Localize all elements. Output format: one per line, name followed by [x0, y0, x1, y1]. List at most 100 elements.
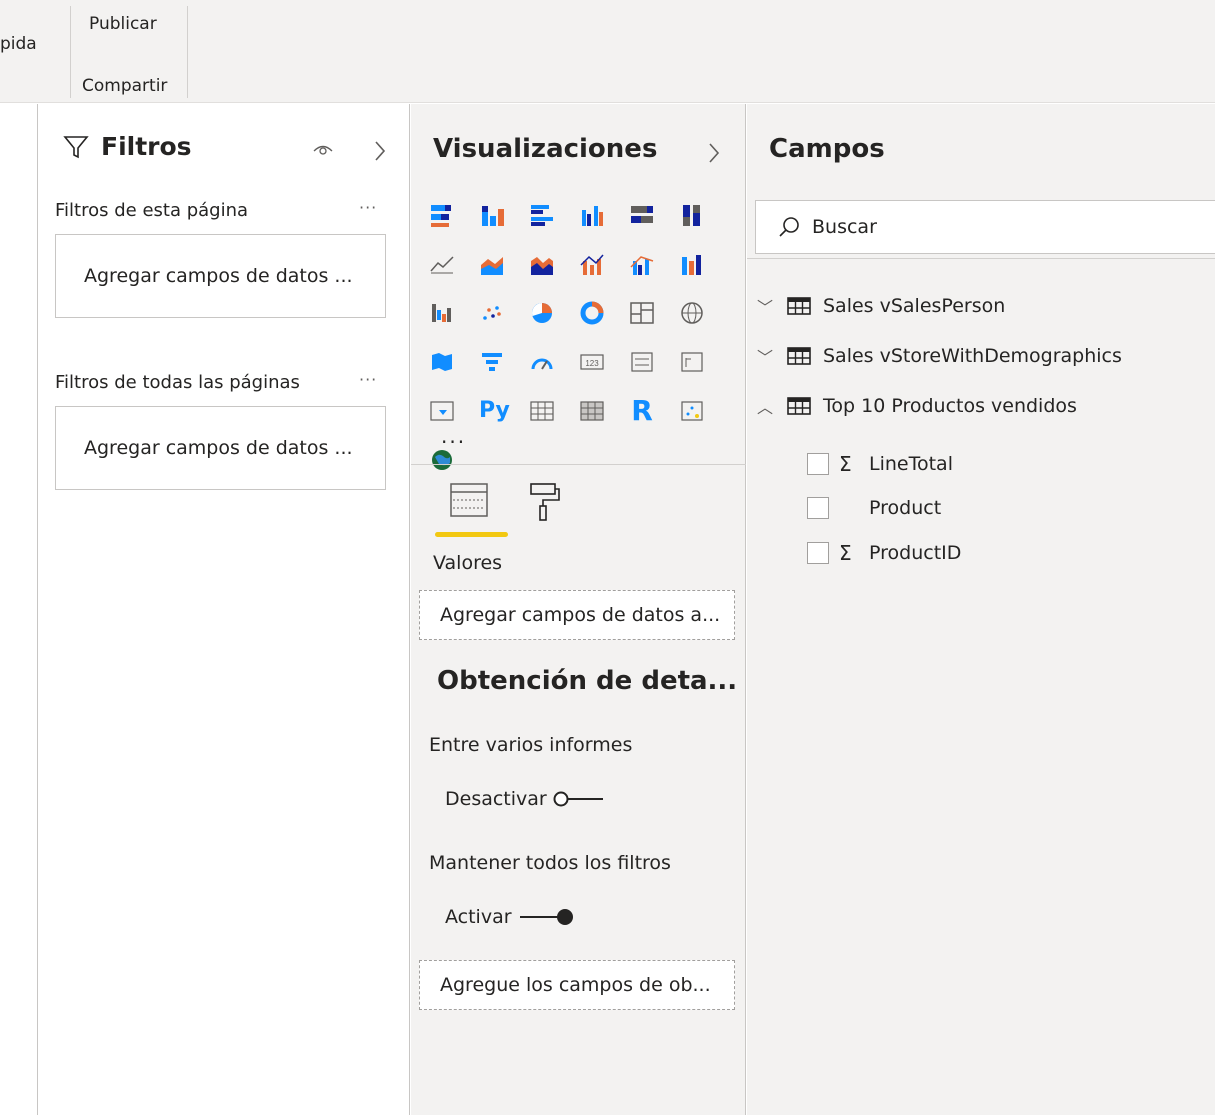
multi-row-card-icon[interactable] — [629, 349, 655, 375]
cross-report-toggle[interactable]: Desactivar — [445, 788, 605, 810]
collapse-filters-chevron-icon[interactable] — [373, 140, 387, 162]
drillthrough-heading: Obtención de deta... — [437, 666, 738, 696]
filters-pane: Filtros Filtros de esta página ··· Agreg… — [39, 104, 410, 1115]
stacked-bar-icon[interactable] — [429, 202, 455, 228]
card-icon[interactable]: 123 — [579, 349, 605, 375]
table-name: Sales vSalesPerson — [823, 295, 1006, 317]
stacked-area-icon[interactable] — [529, 251, 555, 277]
clustered-bar-icon[interactable] — [529, 202, 555, 228]
waterfall-icon[interactable] — [429, 300, 455, 326]
table-row[interactable]: ﹀ Sales vStoreWithDemographics — [757, 344, 1122, 368]
pane-divider — [747, 258, 1215, 259]
toggle-on-icon[interactable] — [518, 906, 576, 928]
table-icon — [787, 397, 811, 415]
drillthrough-dropzone[interactable]: Agregue los campos de ob... — [419, 960, 735, 1010]
all-pages-filters-label: Filtros de todas las páginas — [55, 372, 300, 393]
kpi-icon[interactable] — [679, 349, 705, 375]
area-chart-icon[interactable] — [479, 251, 505, 277]
drillthrough-placeholder: Agregue los campos de ob... — [440, 974, 711, 996]
chevron-down-icon[interactable]: ﹀ — [757, 294, 781, 318]
gauge-icon[interactable] — [529, 349, 555, 375]
card-icon-glyph: 123 — [585, 359, 599, 368]
visualizations-pane: Visualizaciones 123 Py R ··· Valores Agreg… — [411, 104, 746, 1115]
cross-report-label: Entre varios informes — [429, 734, 633, 756]
field-name: ProductID — [869, 542, 962, 564]
matrix-icon[interactable] — [579, 398, 605, 424]
keep-filters-state: Activar — [445, 906, 512, 928]
filter-icon — [63, 135, 89, 158]
page-filters-more-icon[interactable]: ··· — [359, 198, 377, 217]
eye-icon[interactable] — [313, 142, 333, 156]
key-influencers-icon[interactable] — [679, 398, 705, 424]
field-row[interactable]: Product — [807, 497, 941, 519]
keep-filters-label: Mantener todos los filtros — [429, 852, 671, 874]
search-placeholder: Buscar — [812, 216, 877, 238]
chevron-down-icon[interactable]: ﹀ — [757, 344, 781, 368]
ribbon-divider — [187, 6, 188, 98]
field-checkbox[interactable] — [807, 453, 829, 475]
ribbon-divider — [70, 6, 71, 98]
python-visual-icon[interactable]: Py — [479, 398, 510, 424]
search-input[interactable]: Buscar — [755, 200, 1215, 254]
active-tab-indicator — [435, 532, 508, 537]
100-column-icon[interactable] — [679, 202, 705, 228]
pie-chart-icon[interactable] — [529, 300, 555, 326]
line-column-icon[interactable] — [579, 251, 605, 277]
stacked-column-icon[interactable] — [479, 202, 505, 228]
pane-divider — [411, 464, 746, 465]
page-filters-dropzone[interactable]: Agregar campos de datos ... — [55, 234, 386, 318]
field-checkbox[interactable] — [807, 497, 829, 519]
table-row[interactable]: ﹀ Sales vSalesPerson — [757, 294, 1005, 318]
treemap-icon[interactable] — [629, 300, 655, 326]
visualizations-title: Visualizaciones — [433, 134, 658, 164]
all-pages-filters-dropzone[interactable]: Agregar campos de datos ... — [55, 406, 386, 490]
toggle-off-icon[interactable] — [553, 789, 605, 809]
share-group-label: Compartir — [82, 76, 168, 96]
format-paint-roller-icon[interactable] — [527, 480, 563, 524]
funnel-icon[interactable] — [479, 349, 505, 375]
search-icon — [779, 217, 799, 237]
table-name: Top 10 Productos vendidos — [823, 395, 1077, 417]
keep-filters-toggle[interactable]: Activar — [445, 906, 576, 928]
table-icon[interactable] — [529, 398, 555, 424]
table-name: Sales vStoreWithDemographics — [823, 345, 1122, 367]
100-bar-icon[interactable] — [629, 202, 655, 228]
table-row[interactable]: ︿ Top 10 Productos vendidos — [757, 394, 1077, 418]
scatter-icon[interactable] — [479, 300, 505, 326]
page-canvas-edge — [0, 104, 38, 1115]
donut-chart-icon[interactable] — [579, 300, 605, 326]
field-checkbox[interactable] — [807, 542, 829, 564]
ribbon: pida Publicar Compartir — [0, 0, 1215, 103]
sigma-icon: Σ — [839, 452, 852, 476]
field-name: Product — [869, 497, 942, 519]
slicer-icon[interactable] — [429, 398, 455, 424]
publish-button[interactable]: Publicar — [89, 14, 157, 34]
line-clustered-column-icon[interactable] — [629, 251, 655, 277]
values-placeholder: Agregar campos de datos a... — [440, 604, 721, 626]
values-dropzone[interactable]: Agregar campos de datos a... — [419, 590, 735, 640]
filled-map-icon[interactable] — [429, 349, 455, 375]
cross-report-state: Desactivar — [445, 788, 547, 810]
ribbon-truncated-label[interactable]: pida — [0, 34, 37, 54]
fields-pane: Campos Buscar ﹀ Sales vSalesPerson ﹀ Sal… — [747, 104, 1215, 1115]
field-name: LineTotal — [869, 453, 953, 475]
ribbon-chart-icon[interactable] — [679, 251, 705, 277]
filters-title: Filtros — [101, 132, 192, 161]
r-visual-icon[interactable]: R — [629, 397, 655, 425]
field-row[interactable]: Σ LineTotal — [807, 452, 953, 476]
field-row[interactable]: Σ ProductID — [807, 541, 961, 565]
page-filters-placeholder: Agregar campos de datos ... — [84, 265, 353, 287]
more-visuals-icon[interactable]: ··· — [441, 430, 466, 454]
chevron-up-icon[interactable]: ︿ — [757, 394, 781, 418]
all-pages-filters-placeholder: Agregar campos de datos ... — [84, 437, 353, 459]
fields-tab-icon[interactable] — [449, 480, 489, 520]
collapse-visualizations-chevron-icon[interactable] — [707, 142, 721, 164]
clustered-column-icon[interactable] — [579, 202, 605, 228]
table-icon — [787, 347, 811, 365]
line-chart-icon[interactable] — [429, 251, 455, 277]
map-icon[interactable] — [679, 300, 705, 326]
all-pages-filters-more-icon[interactable]: ··· — [359, 370, 377, 389]
page-filters-label: Filtros de esta página — [55, 200, 249, 221]
values-label: Valores — [433, 552, 503, 574]
sigma-icon: Σ — [839, 541, 852, 565]
